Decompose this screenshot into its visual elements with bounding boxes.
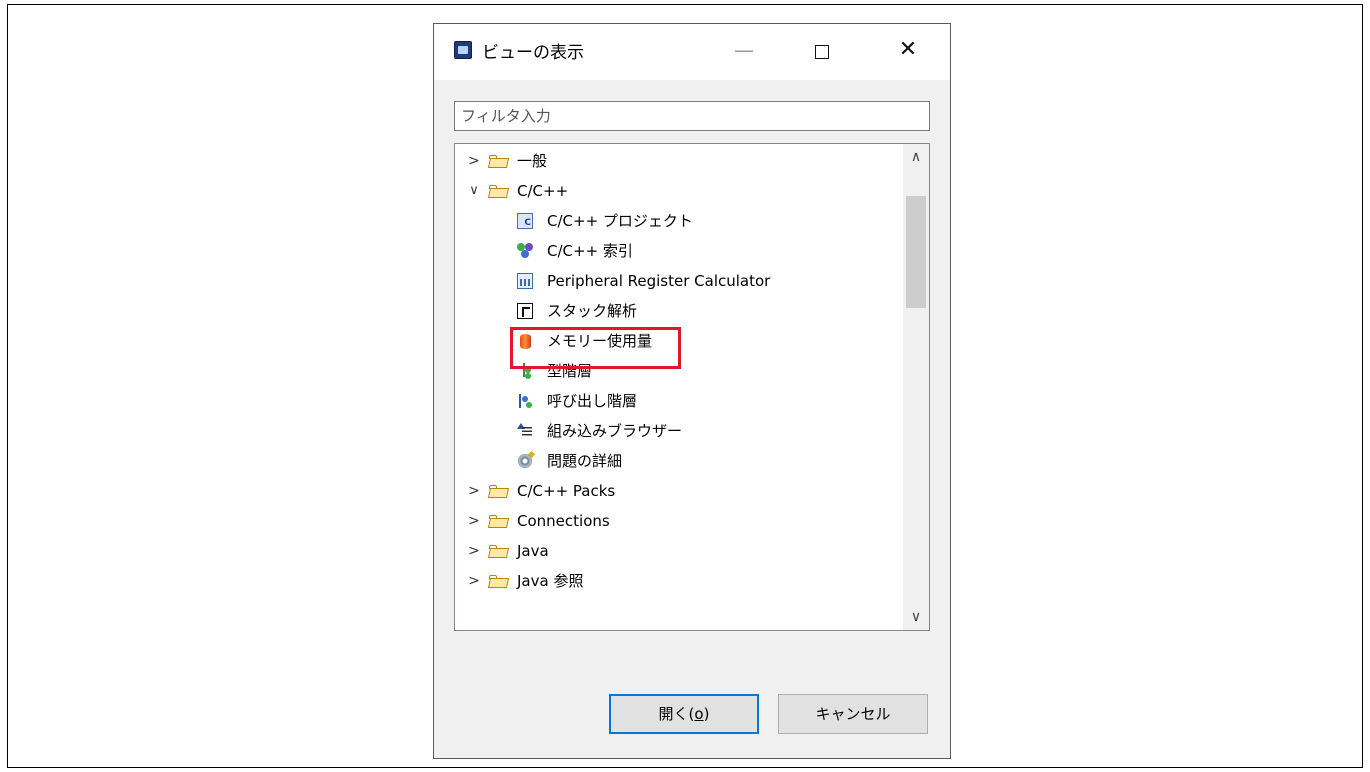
maximize-button[interactable] bbox=[802, 32, 842, 68]
chevron-down-icon[interactable]: ∨ bbox=[467, 176, 481, 206]
chevron-right-icon[interactable]: > bbox=[467, 146, 481, 176]
tree-item-label: C/C++ bbox=[517, 182, 569, 200]
folder-icon bbox=[489, 155, 508, 168]
index-icon bbox=[517, 243, 533, 259]
open-button-suffix: ) bbox=[703, 705, 710, 723]
filter-input[interactable] bbox=[454, 101, 930, 131]
folder-icon bbox=[489, 485, 508, 498]
chevron-right-icon[interactable]: > bbox=[467, 536, 481, 566]
type-hierarchy-icon bbox=[517, 363, 533, 379]
scroll-thumb[interactable] bbox=[906, 196, 926, 308]
calculator-icon bbox=[517, 273, 533, 289]
tree-item-label: 型階層 bbox=[547, 362, 593, 380]
folder-icon bbox=[489, 575, 508, 588]
folder-open-icon bbox=[489, 185, 508, 198]
chevron-right-icon[interactable]: > bbox=[467, 566, 481, 596]
dialog-title: ビューの表示 bbox=[482, 43, 584, 63]
open-button-label: 開く( bbox=[658, 705, 695, 723]
open-mnemonic: o bbox=[694, 705, 704, 723]
cancel-button[interactable]: キャンセル bbox=[778, 694, 928, 734]
scroll-down-icon[interactable]: ∨ bbox=[903, 604, 929, 630]
stack-analysis-icon bbox=[517, 303, 533, 319]
problem-details-icon bbox=[517, 453, 533, 469]
folder-icon bbox=[489, 515, 508, 528]
tree-item-label: 問題の詳細 bbox=[547, 452, 623, 470]
maximize-icon bbox=[815, 44, 829, 59]
open-button[interactable]: 開く(o) bbox=[609, 694, 759, 734]
memory-usage-icon bbox=[517, 333, 533, 349]
scroll-up-icon[interactable]: ∧ bbox=[903, 144, 929, 170]
view-tree: > 一般 ∨ C/C++ C/C++ プロジェクト C/C++ 索引 Perip… bbox=[454, 143, 930, 631]
folder-icon bbox=[489, 545, 508, 558]
tree-item-label: C/C++ 索引 bbox=[547, 242, 633, 260]
include-browser-icon bbox=[517, 423, 533, 439]
tree-item-label: Connections bbox=[517, 512, 610, 530]
chevron-right-icon[interactable]: > bbox=[467, 506, 481, 536]
vertical-scrollbar[interactable]: ∧ ∨ bbox=[903, 144, 929, 630]
tree-item-label: Peripheral Register Calculator bbox=[547, 272, 771, 290]
tree-item-label: Java 参照 bbox=[517, 572, 584, 590]
tree-item-label: 組み込みブラウザー bbox=[547, 422, 683, 440]
tree-item-label: スタック解析 bbox=[547, 302, 638, 320]
title-bar[interactable]: ビューの表示 — ✕ bbox=[434, 24, 950, 80]
call-hierarchy-icon bbox=[517, 393, 533, 409]
project-icon bbox=[517, 213, 533, 229]
tree-item-label: Java bbox=[517, 542, 549, 560]
tree-item-label: C/C++ Packs bbox=[517, 482, 616, 500]
chevron-right-icon[interactable]: > bbox=[467, 476, 481, 506]
tree-item-label: メモリー使用量 bbox=[547, 332, 653, 350]
show-view-dialog: ビューの表示 — ✕ > 一般 ∨ C/C++ C/C++ プロジェクト C/C… bbox=[433, 23, 951, 759]
tree-item-label: C/C++ プロジェクト bbox=[547, 212, 693, 230]
tree-item-label: 一般 bbox=[517, 152, 548, 170]
close-button[interactable]: ✕ bbox=[888, 32, 928, 68]
tree-item-label: 呼び出し階層 bbox=[547, 392, 638, 410]
app-icon bbox=[454, 41, 472, 59]
minimize-button[interactable]: — bbox=[724, 32, 764, 68]
